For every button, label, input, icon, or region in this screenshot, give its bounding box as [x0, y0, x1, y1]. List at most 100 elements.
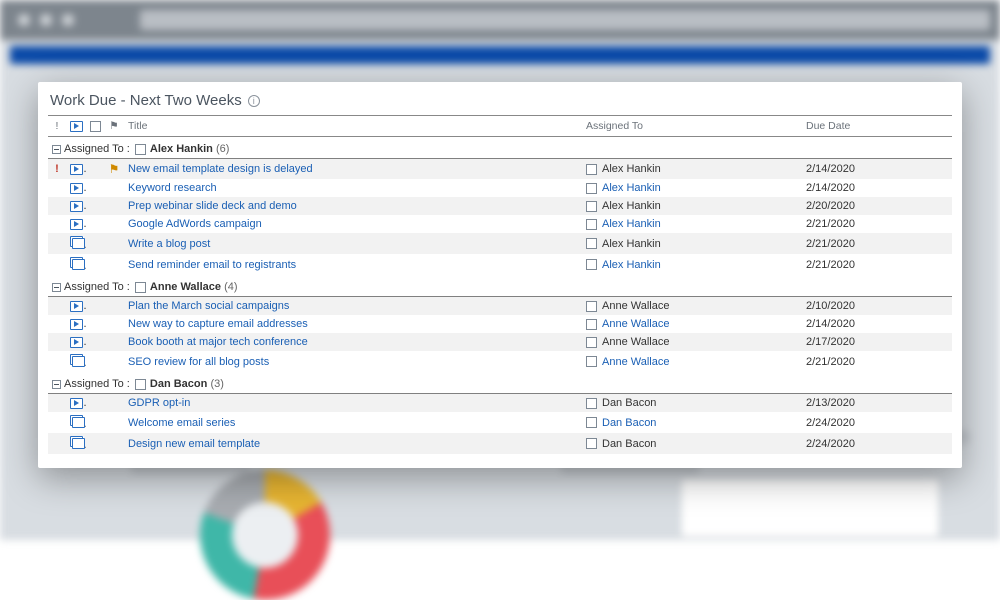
- row-checkbox-cell: [86, 179, 104, 197]
- table-row[interactable]: Write a blog post Alex Hankin 2/21/2020: [48, 233, 952, 254]
- flag-cell: [104, 433, 124, 454]
- importance-cell: !: [48, 159, 66, 180]
- group-label: Assigned To :: [64, 143, 133, 155]
- task-link[interactable]: Keyword research: [128, 182, 217, 194]
- assignee-name: Alex Hankin: [602, 200, 661, 212]
- table-row[interactable]: Prep webinar slide deck and demo Alex Han…: [48, 197, 952, 215]
- assignee-checkbox[interactable]: [586, 164, 597, 175]
- col-type[interactable]: [66, 116, 86, 137]
- group-checkbox[interactable]: [135, 282, 146, 293]
- table-row[interactable]: SEO review for all blog posts Anne Wallac…: [48, 351, 952, 372]
- table-row[interactable]: Book booth at major tech conference Anne …: [48, 333, 952, 351]
- info-icon[interactable]: i: [248, 95, 260, 107]
- table-row[interactable]: Design new email templateDan Bacon2/24/2…: [48, 433, 952, 454]
- due-date-cell: 2/21/2020: [802, 233, 952, 254]
- type-cell: [66, 433, 86, 454]
- group-checkbox[interactable]: [135, 379, 146, 390]
- type-cell: [66, 179, 86, 197]
- assignee-name[interactable]: Anne Wallace: [602, 318, 669, 330]
- task-link[interactable]: New way to capture email addresses: [128, 318, 308, 330]
- title-cell: Keyword research: [124, 179, 582, 197]
- assignee-checkbox[interactable]: [586, 337, 597, 348]
- col-assigned[interactable]: Assigned To: [582, 116, 802, 137]
- flag-cell: [104, 315, 124, 333]
- table-row[interactable]: Keyword research Alex Hankin 2/14/2020: [48, 179, 952, 197]
- table-row[interactable]: Google AdWords campaign Alex Hankin 2/21/2…: [48, 215, 952, 233]
- assignee-checkbox[interactable]: [586, 238, 597, 249]
- col-title[interactable]: Title: [124, 116, 582, 137]
- type-cell: [66, 254, 86, 275]
- table-row[interactable]: Send reminder email to registrants Alex H…: [48, 254, 952, 275]
- assignee-checkbox[interactable]: [586, 356, 597, 367]
- title-cell: New email template design is delayed: [124, 159, 582, 180]
- title-cell: Design new email template: [124, 433, 582, 454]
- task-link[interactable]: Welcome email series: [128, 417, 235, 429]
- task-link[interactable]: Design new email template: [128, 438, 260, 450]
- assigned-cell: Anne Wallace: [582, 315, 802, 333]
- task-icon: [70, 164, 83, 175]
- assignee-checkbox[interactable]: [586, 398, 597, 409]
- table-row[interactable]: Plan the March social campaignsAnne Wall…: [48, 297, 952, 316]
- task-icon: [70, 398, 83, 409]
- assignee-checkbox[interactable]: [586, 319, 597, 330]
- assignee-checkbox[interactable]: [586, 438, 597, 449]
- group-checkbox[interactable]: [135, 144, 146, 155]
- task-link[interactable]: SEO review for all blog posts: [128, 356, 269, 368]
- assignee-name[interactable]: Alex Hankin: [602, 259, 661, 271]
- type-cell: [66, 197, 86, 215]
- row-checkbox-cell: [86, 215, 104, 233]
- task-link[interactable]: GDPR opt-in: [128, 397, 190, 409]
- title-cell: Prep webinar slide deck and demo: [124, 197, 582, 215]
- col-flag[interactable]: ⚑: [104, 116, 124, 137]
- task-link[interactable]: Plan the March social campaigns: [128, 300, 289, 312]
- task-link[interactable]: Google AdWords campaign: [128, 218, 262, 230]
- group-header[interactable]: Assigned To : Dan Bacon (3): [48, 372, 952, 394]
- flag-cell: [104, 394, 124, 413]
- assignee-checkbox[interactable]: [586, 183, 597, 194]
- assignee-name: Anne Wallace: [602, 336, 669, 348]
- group-label: Assigned To :: [64, 378, 133, 390]
- col-importance[interactable]: !: [48, 116, 66, 137]
- expander-icon[interactable]: [52, 145, 61, 154]
- task-link[interactable]: Book booth at major tech conference: [128, 336, 308, 348]
- col-check[interactable]: [86, 116, 104, 137]
- col-due[interactable]: Due Date: [802, 116, 952, 137]
- assignee-name: Dan Bacon: [602, 397, 656, 409]
- table-row[interactable]: New way to capture email addresses Anne W…: [48, 315, 952, 333]
- assignee-checkbox[interactable]: [586, 417, 597, 428]
- assignee-checkbox[interactable]: [586, 219, 597, 230]
- task-link[interactable]: New email template design is delayed: [128, 163, 313, 175]
- task-link[interactable]: Send reminder email to registrants: [128, 259, 296, 271]
- assignee-name: Alex Hankin: [602, 163, 661, 175]
- importance-cell: [48, 394, 66, 413]
- assignee-name[interactable]: Alex Hankin: [602, 218, 661, 230]
- assignee-name[interactable]: Alex Hankin: [602, 182, 661, 194]
- group-header[interactable]: Assigned To : Anne Wallace (4): [48, 275, 952, 297]
- assignee-name[interactable]: Dan Bacon: [602, 417, 656, 429]
- group-header[interactable]: Assigned To : Alex Hankin (6): [48, 137, 952, 159]
- expander-icon[interactable]: [52, 380, 61, 389]
- group-name: Dan Bacon: [150, 378, 207, 390]
- assignee-checkbox[interactable]: [586, 301, 597, 312]
- task-link[interactable]: Write a blog post: [128, 238, 210, 250]
- flag-cell: [104, 333, 124, 351]
- task-table: ! ⚑ Title Assigned To Due Date Assigned …: [48, 116, 952, 454]
- table-row[interactable]: GDPR opt-in Dan Bacon 2/13/2020: [48, 394, 952, 413]
- assignee-name: Alex Hankin: [602, 238, 661, 250]
- due-date-cell: 2/14/2020: [802, 179, 952, 197]
- table-row[interactable]: !⚑New email template design is delayedAl…: [48, 159, 952, 180]
- panel-title: Work Due - Next Two Weeks i: [48, 90, 952, 115]
- due-date-cell: 2/13/2020: [802, 394, 952, 413]
- assignee-name[interactable]: Anne Wallace: [602, 356, 669, 368]
- task-link[interactable]: Prep webinar slide deck and demo: [128, 200, 297, 212]
- type-cell: [66, 233, 86, 254]
- title-cell: Send reminder email to registrants: [124, 254, 582, 275]
- importance-cell: [48, 197, 66, 215]
- assignee-checkbox[interactable]: [586, 259, 597, 270]
- due-date-cell: 2/21/2020: [802, 215, 952, 233]
- assignee-checkbox[interactable]: [586, 201, 597, 212]
- expander-icon[interactable]: [52, 283, 61, 292]
- table-row[interactable]: Welcome email seriesDan Bacon2/24/2020: [48, 412, 952, 433]
- task-icon: [70, 301, 83, 312]
- flag-cell: [104, 179, 124, 197]
